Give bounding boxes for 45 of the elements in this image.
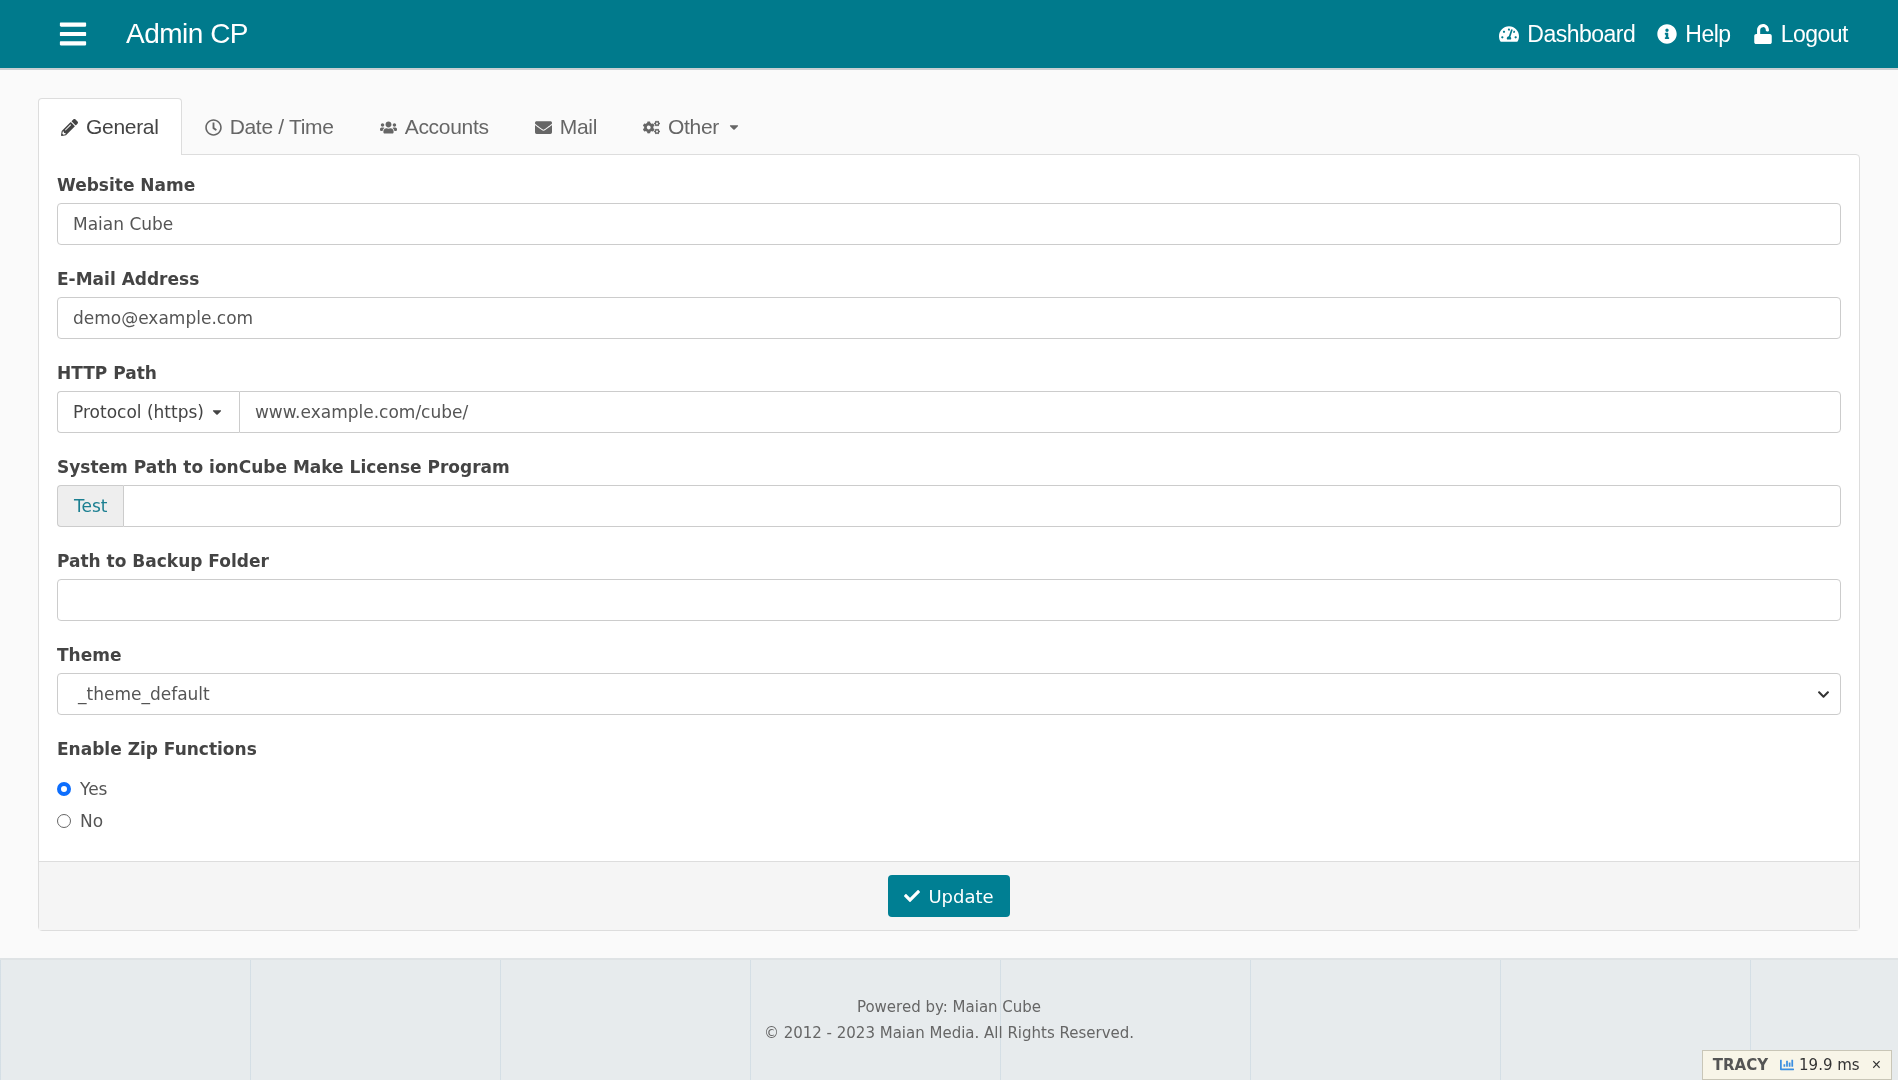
tab[interactable]: Other [620,98,765,155]
radio-option[interactable]: Yes [57,779,1841,799]
radio-button[interactable] [57,782,71,796]
field-label: Theme [57,645,123,665]
debug-label: TRACY [1712,1056,1769,1074]
debug-time[interactable]: 19.9 ms [1780,1056,1860,1074]
pencil-icon [61,118,78,136]
protocol-dropdown[interactable]: Protocol (https) [57,391,239,433]
text-field[interactable]: demo@example.com [57,297,1841,339]
field-label: System Path to ionCube Make License Program [57,457,511,477]
gears-icon [643,118,660,136]
powered-by-text: Powered by: Maian Cube [856,998,1042,1016]
text-field[interactable] [123,485,1841,527]
copyright-text: © 2012 - 2023 Maian Media. All Rights Reserved. [763,1024,1135,1042]
nav-link[interactable]: Help [1657,20,1731,48]
tab[interactable]: Accounts [356,98,512,155]
theme-select[interactable]: _theme_default [57,673,1841,715]
field-label: E-Mail Address [57,269,201,289]
unlock-icon [1752,24,1773,44]
field-label: HTTP Path [57,363,158,383]
text-field[interactable] [57,579,1841,621]
text-field[interactable]: Maian Cube [57,203,1841,245]
radio-label: Yes [80,779,108,799]
nav-link[interactable]: Logout [1752,20,1848,48]
bar-chart-icon [1780,1058,1795,1072]
field-label: Path to Backup Folder [57,551,270,571]
app-title: Admin CP [126,18,249,50]
envelope-icon [534,118,552,136]
text-field[interactable]: www.example.com/cube/ [238,391,1841,433]
radio-label: No [80,811,104,831]
clock-icon [204,118,222,136]
update-button[interactable]: Update [888,875,1010,917]
tab[interactable]: Mail [511,98,620,155]
radio-option[interactable]: No [57,811,1841,831]
tab[interactable]: Date / Time [181,98,357,155]
info-icon [1657,24,1678,44]
test-button[interactable]: Test [57,485,124,527]
nav-link[interactable]: Dashboard [1499,20,1636,48]
field-label: Enable Zip Functions [57,739,258,759]
radio-button[interactable] [57,814,71,828]
field-label: Website Name [57,175,197,195]
tab[interactable]: General [38,98,182,155]
close-button[interactable]: × [1871,1056,1881,1074]
dashboard-icon [1499,24,1520,44]
check-icon [904,888,921,904]
